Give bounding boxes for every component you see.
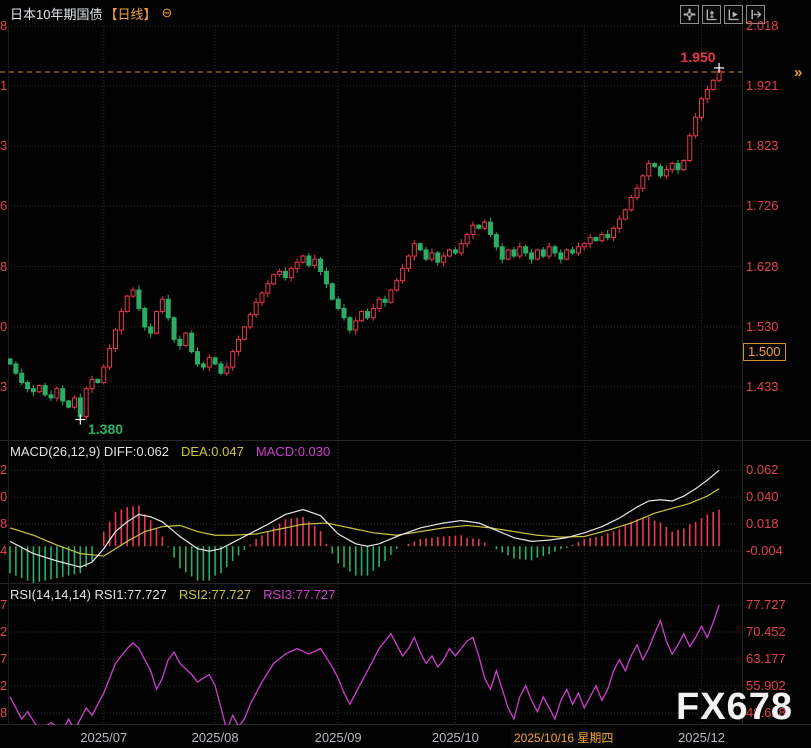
macd-indicator-row: MACD(26,12,9) DIFF:0.062 DEA:0.047 MACD:0.…: [10, 444, 330, 459]
dea-value: DEA:0.047: [181, 444, 244, 459]
period-tag: 【日线】: [104, 4, 156, 23]
time-axis-tick: 2025/08: [192, 730, 239, 745]
chart-app: » 日本10年期国债 【日线】 ⊖: [0, 0, 811, 748]
time-axis-tick: 2025/10: [432, 730, 479, 745]
chart-toolbar: [680, 5, 765, 24]
time-axis-tick: 2025/12: [678, 730, 725, 745]
low-price-marker-label: 1.380: [88, 421, 123, 437]
rsi2-value: RSI2:77.727: [179, 587, 251, 602]
candlestick-series: [8, 68, 721, 420]
fit-vertical-axis-icon: [704, 7, 719, 22]
fx678-watermark: FX678: [676, 686, 793, 729]
go-to-latest-icon: [748, 7, 763, 22]
high-price-marker-label: 1.950: [680, 49, 715, 65]
chart-canvas[interactable]: »: [0, 0, 811, 748]
current-price-arrow-icon: »: [794, 64, 802, 81]
high-marker-cross: [714, 63, 724, 73]
time-axis-tick: 2025/07: [80, 730, 127, 745]
instrument-title: 日本10年期国债 【日线】 ⊖: [10, 4, 172, 22]
rsi-title-rsi1-value: RSI(14,14,14) RSI1:77.727: [10, 587, 167, 602]
rsi-indicator-row: RSI(14,14,14) RSI1:77.727 RSI2:77.727 RSI3…: [10, 587, 335, 602]
instrument-name: 日本10年期国债: [10, 4, 102, 23]
time-axis-tick: 2025/09: [315, 730, 362, 745]
rsi-series: [10, 605, 719, 730]
go-to-latest-button[interactable]: [746, 5, 765, 24]
fit-vertical-axis-button[interactable]: [702, 5, 721, 24]
macd-value: MACD:0.030: [256, 444, 330, 459]
crosshair-date-label: 2025/10/16 星期四: [511, 728, 616, 747]
pan-crosshair-button[interactable]: [680, 5, 699, 24]
price-alert-axis-label[interactable]: 1.500: [743, 343, 786, 361]
auto-scale-axis-icon: [726, 7, 741, 22]
macd-series: [10, 470, 719, 583]
rsi3-value: RSI3:77.727: [263, 587, 335, 602]
collapse-icon[interactable]: ⊖: [161, 5, 172, 21]
macd-title-diff-value: MACD(26,12,9) DIFF:0.062: [10, 444, 169, 459]
auto-scale-axis-button[interactable]: [724, 5, 743, 24]
pan-crosshair-icon: [682, 7, 697, 22]
